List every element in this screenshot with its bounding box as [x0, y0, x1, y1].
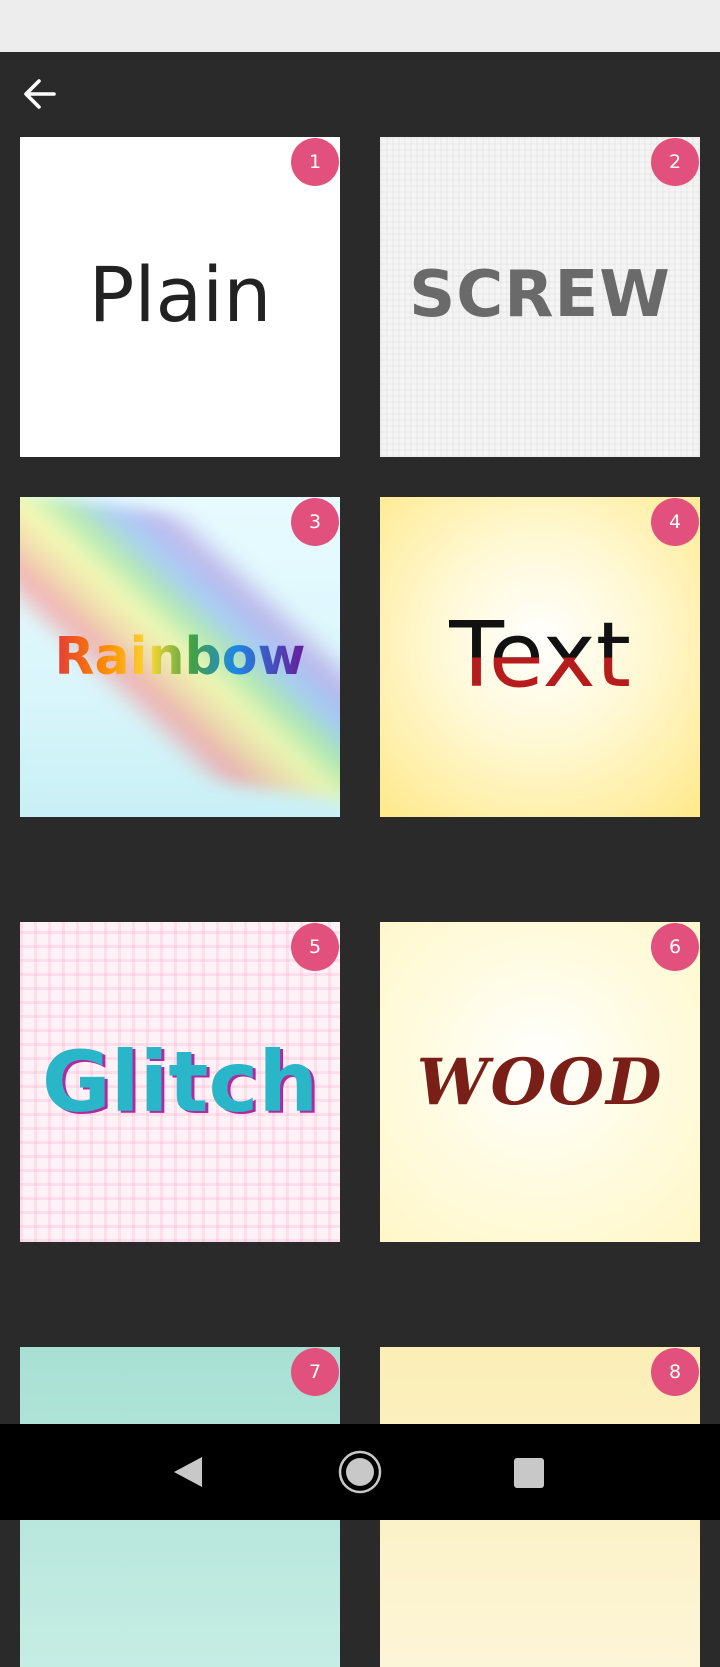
- style-tile-wood[interactable]: WOOD 6: [380, 922, 700, 1242]
- style-label: WOOD: [416, 1044, 664, 1120]
- style-tile-plain[interactable]: Plain 1: [20, 137, 340, 457]
- style-label: Rainbow: [54, 627, 306, 687]
- style-number-badge: 8: [651, 1348, 699, 1396]
- style-number-badge: 3: [291, 498, 339, 546]
- triangle-back-icon: [174, 1457, 202, 1487]
- style-tile-screw[interactable]: SCREW 2: [380, 137, 700, 457]
- arrow-left-icon: [24, 79, 56, 109]
- nav-home-button[interactable]: [336, 1448, 384, 1496]
- style-number-badge: 7: [291, 1348, 339, 1396]
- style-number-badge: 4: [651, 498, 699, 546]
- nav-back-button[interactable]: [168, 1454, 208, 1490]
- circle-home-icon: [338, 1450, 382, 1494]
- style-tile-text[interactable]: Text 4: [380, 497, 700, 817]
- style-label: SCREW: [409, 258, 671, 332]
- style-number-badge: 1: [291, 138, 339, 186]
- status-bar: [0, 0, 720, 52]
- app-bar: [0, 52, 720, 137]
- system-navigation-bar: [0, 1424, 720, 1520]
- style-number-badge: 2: [651, 138, 699, 186]
- style-tile-rainbow[interactable]: Rainbow 3: [20, 497, 340, 817]
- style-number-badge: 5: [291, 923, 339, 971]
- style-label: Plain: [88, 249, 272, 339]
- style-label: Text: [448, 602, 632, 708]
- style-tile-glitch[interactable]: Glitch 5: [20, 922, 340, 1242]
- style-label: Glitch: [41, 1033, 319, 1131]
- style-number-badge: 6: [651, 923, 699, 971]
- back-button[interactable]: [18, 74, 62, 114]
- square-recents-icon: [514, 1458, 544, 1488]
- nav-recents-button[interactable]: [512, 1456, 546, 1490]
